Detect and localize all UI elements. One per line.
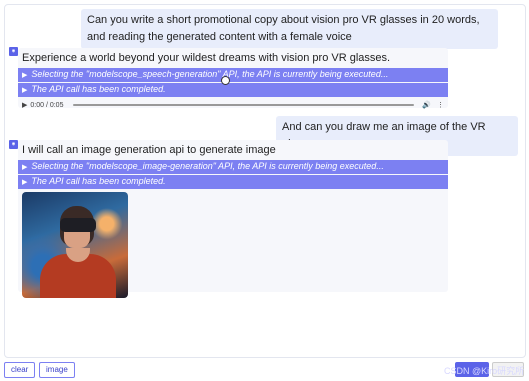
api-status-running[interactable]: ▶ Selecting the "modelscope_image-generat… (18, 160, 448, 174)
image-button[interactable]: image (39, 362, 75, 378)
clear-button[interactable]: clear (4, 362, 36, 378)
triangle-right-icon: ▶ (22, 179, 28, 186)
stop-button[interactable] (492, 362, 524, 377)
api-status-done-text: The API call has been completed. (31, 84, 166, 94)
bot-avatar-icon: ◉ (9, 47, 18, 56)
send-button[interactable] (455, 362, 489, 377)
bot-message: I will call an image generation api to g… (18, 140, 448, 298)
api-status-running-text: Selecting the "modelscope_image-generati… (31, 161, 384, 171)
bot-message-text: I will call an image generation api to g… (22, 144, 276, 156)
api-status-done[interactable]: ▶ The API call has been completed. (18, 175, 448, 189)
triangle-right-icon: ▶ (22, 164, 28, 171)
generated-image[interactable] (22, 192, 128, 298)
play-icon[interactable]: ▶ (22, 101, 27, 109)
triangle-right-icon: ▶ (22, 87, 28, 94)
mouse-cursor-icon (221, 76, 230, 85)
bot-message-text: Experience a world beyond your wildest d… (22, 52, 391, 64)
audio-progress[interactable] (73, 104, 415, 106)
bot-message: Experience a world beyond your wildest d… (18, 48, 448, 109)
audio-time: 0:00 / 0:05 (30, 101, 64, 109)
api-status-running[interactable]: ▶ Selecting the "modelscope_speech-genera… (18, 68, 448, 82)
api-status-done-text: The API call has been completed. (31, 176, 166, 186)
user-message-text: Can you write a short promotional copy a… (87, 14, 480, 43)
more-icon[interactable]: ⋮ (437, 101, 444, 109)
volume-icon[interactable]: 🔊 (422, 101, 431, 109)
triangle-right-icon: ▶ (22, 72, 28, 79)
vr-headset-icon (60, 218, 96, 232)
audio-player[interactable]: ▶ 0:00 / 0:05 🔊 ⋮ (18, 98, 448, 112)
user-message: Can you write a short promotional copy a… (81, 9, 498, 49)
api-status-running-text: Selecting the "modelscope_speech-generat… (31, 69, 389, 79)
bot-avatar-icon: ◉ (9, 140, 18, 149)
api-status-done[interactable]: ▶ The API call has been completed. (18, 83, 448, 97)
